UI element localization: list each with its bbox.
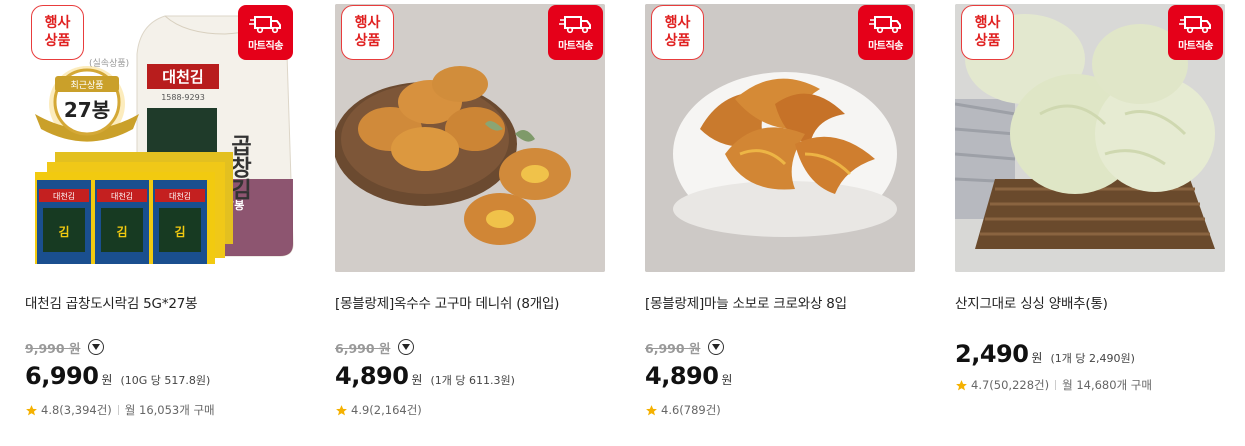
original-price: 6,990 원 bbox=[645, 340, 701, 356]
chevron-down-icon bbox=[712, 344, 721, 350]
mini-pack-brand-text: 대천김 bbox=[53, 191, 75, 201]
price-detail-toggle[interactable] bbox=[88, 339, 105, 355]
sale-price: 6,990 bbox=[25, 362, 99, 390]
original-price: 6,990 원 bbox=[335, 340, 391, 356]
rating-row: 4.8(3,394건) 월 16,053개 구매 bbox=[25, 402, 215, 418]
price-row: 2,490 원 (1개 당 2,490원) bbox=[955, 340, 1135, 368]
unit-price: (1개 당 611.3원) bbox=[430, 374, 515, 387]
mini-pack-brand-text: 대천김 bbox=[111, 191, 133, 201]
rating-text: 4.6(789건) bbox=[661, 403, 721, 417]
original-price: 9,990 원 bbox=[25, 340, 81, 356]
pack-brand-text: 대천김 bbox=[162, 68, 203, 86]
product-name[interactable]: 산지그대로 싱싱 양배추(통) bbox=[955, 292, 1108, 312]
divider bbox=[1055, 380, 1057, 390]
mini-pack-label-text: 김 bbox=[58, 224, 69, 239]
divider bbox=[117, 405, 119, 415]
mart-delivery-badge: 마트직송 bbox=[858, 5, 913, 60]
ribbon-main-text: 27봉 bbox=[64, 98, 110, 122]
original-price-row: 9,990 원 bbox=[25, 338, 105, 356]
mart-delivery-label: 마트직송 bbox=[1178, 41, 1213, 52]
price-row: 4,890 원 (1개 당 611.3원) bbox=[335, 362, 515, 390]
star-icon bbox=[26, 404, 37, 415]
product-name[interactable]: [몽블랑제]옥수수 고구마 데니쉬 (8개입) bbox=[335, 292, 559, 312]
chevron-down-icon bbox=[92, 344, 101, 350]
rating-text: 4.8(3,394건) bbox=[41, 403, 112, 417]
price-detail-toggle[interactable] bbox=[398, 339, 415, 355]
mart-delivery-label: 마트직송 bbox=[868, 41, 903, 52]
rating-text: 4.7(50,228건) bbox=[971, 378, 1050, 392]
star-icon bbox=[956, 379, 967, 390]
product-name[interactable]: 대천김 곱창도시락김 5G*27봉 bbox=[25, 292, 198, 312]
mart-delivery-badge: 마트직송 bbox=[548, 5, 603, 60]
price-row: 4,890 원 bbox=[645, 362, 732, 390]
product-card[interactable]: 행사 상품 마트직송 산지그대로 싱싱 양배추(통) 2,490 원 (1개 당… bbox=[955, 0, 1225, 446]
truck-icon bbox=[1178, 16, 1211, 34]
mart-delivery-badge: 마트직송 bbox=[238, 5, 293, 60]
product-card[interactable]: 행사 상품 마트직송 [몽블랑제]옥수수 고구마 데니쉬 (8개입) 6,990… bbox=[335, 0, 605, 446]
chevron-down-icon bbox=[402, 344, 411, 350]
mini-pack-label-text: 김 bbox=[174, 224, 185, 239]
sale-price: 2,490 bbox=[955, 340, 1029, 368]
sale-price: 4,890 bbox=[335, 362, 409, 390]
price-detail-toggle[interactable] bbox=[708, 339, 725, 355]
rating-row: 4.6(789건) bbox=[645, 402, 721, 418]
pack-phone-text: 1588-9293 bbox=[161, 93, 205, 102]
mini-pack-label-text: 김 bbox=[116, 224, 127, 239]
original-price-row: 6,990 원 bbox=[335, 338, 415, 356]
event-product-badge: 행사 상품 bbox=[961, 5, 1014, 60]
unit-price: (1개 당 2,490원) bbox=[1050, 352, 1135, 365]
sale-price: 4,890 bbox=[645, 362, 719, 390]
monthly-purchases: 월 14,680개 구매 bbox=[1062, 378, 1152, 392]
original-price-row: 6,990 원 bbox=[645, 338, 725, 356]
currency-unit: 원 bbox=[721, 373, 733, 387]
rating-row: 4.7(50,228건) 월 14,680개 구매 bbox=[955, 377, 1152, 393]
product-card[interactable]: 행사 상품 마트직송 [몽블랑제]마늘 소보로 크로와상 8입 6,990 원 … bbox=[645, 0, 915, 446]
mini-pack-brand-text: 대천김 bbox=[169, 191, 191, 201]
truck-icon bbox=[248, 16, 281, 34]
ribbon-top-text: 최근상품 bbox=[70, 80, 103, 91]
star-icon bbox=[336, 404, 347, 415]
product-card[interactable]: 대천김 1588-9293 곱창김 27봉 (실속상품) 최근상품 27봉 bbox=[25, 0, 295, 446]
event-product-badge: 행사 상품 bbox=[31, 5, 84, 60]
monthly-purchases: 월 16,053개 구매 bbox=[124, 403, 215, 417]
rating-row: 4.9(2,164건) bbox=[335, 402, 422, 418]
event-product-badge: 행사 상품 bbox=[341, 5, 394, 60]
star-icon bbox=[646, 404, 657, 415]
product-name[interactable]: [몽블랑제]마늘 소보로 크로와상 8입 bbox=[645, 292, 847, 312]
truck-icon bbox=[868, 16, 901, 34]
currency-unit: 원 bbox=[411, 373, 423, 387]
event-product-badge: 행사 상품 bbox=[651, 5, 704, 60]
mart-delivery-label: 마트직송 bbox=[248, 41, 283, 52]
truck-icon bbox=[558, 16, 591, 34]
price-row: 6,990 원 (10G 당 517.8원) bbox=[25, 362, 210, 390]
mart-delivery-badge: 마트직송 bbox=[1168, 5, 1223, 60]
rating-text: 4.9(2,164건) bbox=[351, 403, 422, 417]
mart-delivery-label: 마트직송 bbox=[558, 41, 593, 52]
currency-unit: 원 bbox=[1031, 351, 1043, 365]
unit-price: (10G 당 517.8원) bbox=[120, 374, 211, 387]
currency-unit: 원 bbox=[101, 373, 113, 387]
